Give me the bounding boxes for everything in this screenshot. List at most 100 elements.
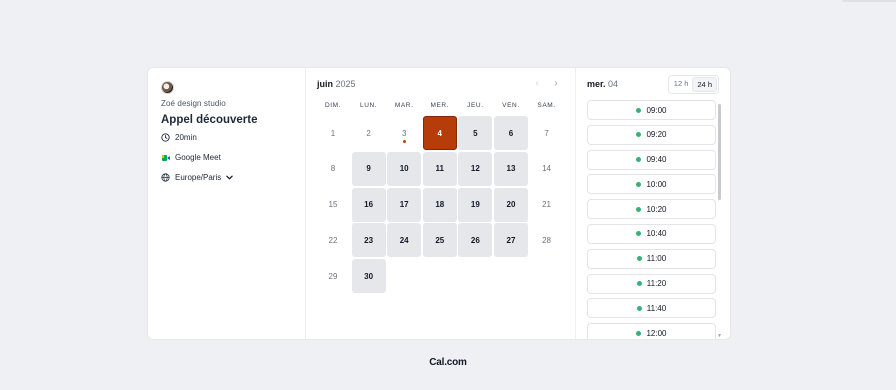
time-slot-label: 09:20 (646, 130, 667, 140)
day-unavailable: 8 (330, 164, 336, 174)
day-available[interactable]: 16 (351, 187, 386, 222)
day-available[interactable]: 25 (422, 223, 457, 258)
time-slot-label: 11:40 (646, 303, 667, 313)
day-available[interactable]: 11 (422, 151, 457, 186)
duration-text: 20min (175, 133, 197, 142)
toggle-12h[interactable]: 12 h (670, 77, 693, 92)
time-slots-header: mer. 04 12 h 24 h (587, 74, 730, 94)
time-slot-label: 11:00 (646, 254, 667, 264)
location-row: Google Meet (161, 153, 305, 162)
google-meet-icon (161, 153, 170, 162)
day-unavailable: 28 (542, 235, 552, 245)
day-available[interactable]: 5 (458, 116, 493, 150)
time-slot-label: 10:40 (646, 229, 667, 239)
empty-day-cell (387, 259, 421, 293)
chevron-left-icon[interactable]: ‹ (532, 79, 542, 89)
chevron-right-icon[interactable]: › (551, 79, 561, 89)
empty-day-cell (423, 259, 457, 293)
weekday-label: VEN. (502, 102, 520, 109)
day-available[interactable]: 26 (458, 223, 493, 258)
selected-weekday: mer. (587, 79, 606, 89)
today-indicator (402, 140, 406, 143)
time-slot-button[interactable]: 10:20 (587, 199, 716, 220)
toggle-24h[interactable]: 24 h (692, 76, 717, 92)
day-available[interactable]: 6 (493, 116, 528, 150)
clock-icon (161, 133, 170, 142)
time-slot-label: 09:40 (646, 155, 667, 165)
time-slot-label: 09:00 (646, 105, 667, 115)
empty-day-cell (458, 259, 492, 293)
day-available[interactable]: 18 (422, 187, 457, 222)
day-unavailable: 22 (328, 235, 338, 245)
chevron-down-icon[interactable] (226, 173, 233, 182)
empty-day-cell (494, 259, 528, 293)
day-unavailable: 2 (366, 128, 371, 138)
scroll-thumb[interactable] (718, 104, 721, 200)
time-slot-button[interactable]: 10:00 (587, 174, 716, 195)
availability-dot (636, 281, 642, 287)
day-unavailable: 21 (542, 200, 552, 210)
weekday-label: MER. (430, 102, 450, 109)
selected-date-label: mer. 04 (587, 79, 618, 89)
day-grid: 1 2 3 4 5 6 7 8 9 10 11 12 13 14 15 16 17 18 19 20 21 22 23 24 2… (316, 116, 565, 294)
availability-dot (636, 107, 642, 113)
scroll-down-icon[interactable]: ▼ (717, 333, 722, 339)
time-slot-button[interactable]: 10:40 (587, 223, 716, 244)
time-slot-button[interactable]: 09:00 (587, 100, 716, 120)
month-name: juin (317, 79, 333, 89)
day-available[interactable]: 27 (493, 223, 528, 258)
day-available[interactable]: 17 (387, 187, 422, 222)
day-unavailable: 14 (542, 164, 552, 174)
availability-dot (636, 305, 642, 311)
availability-dot (636, 157, 642, 163)
weekday-label: JEU. (467, 102, 484, 109)
empty-day-cell (530, 259, 564, 293)
weekday-label: MAR. (394, 102, 414, 109)
time-slot-button[interactable]: 09:20 (587, 124, 716, 145)
time-slot-button[interactable]: 11:00 (587, 248, 716, 269)
time-slot-label: 12:00 (646, 328, 667, 338)
day-available[interactable]: 20 (493, 187, 528, 222)
avatar (161, 81, 174, 94)
day-unavailable: 29 (328, 271, 338, 281)
time-slot-button[interactable]: 11:20 (587, 273, 716, 294)
time-slot-label: 10:20 (646, 204, 667, 214)
availability-dot (636, 330, 642, 336)
availability-dot (636, 256, 642, 262)
day-available[interactable]: 10 (387, 151, 422, 186)
availability-dot (636, 206, 642, 212)
globe-icon (161, 173, 170, 182)
day-available[interactable]: 13 (493, 151, 528, 186)
time-slot-button[interactable]: 09:40 (587, 149, 716, 170)
month-header: juin 2025 ‹ › (316, 78, 565, 90)
day-unavailable: 15 (328, 200, 338, 210)
booker-card: Zoé design studio Appel découverte 20min… (147, 67, 731, 340)
availability-dot (636, 181, 642, 187)
day-available[interactable]: 12 (458, 151, 493, 186)
day-available[interactable]: 30 (351, 259, 386, 294)
weekday-label: DIM. (324, 102, 342, 109)
location-text: Google Meet (175, 153, 221, 162)
time-slots-panel: mer. 04 12 h 24 h 09:00 09:20 09:40 10:00 10… (576, 68, 730, 339)
time-slot-label: 10:00 (646, 179, 667, 189)
weekday-label: LUN. (359, 102, 378, 109)
day-available[interactable]: 19 (458, 187, 493, 222)
day-available[interactable]: 24 (387, 223, 422, 258)
day-available[interactable]: 23 (351, 223, 386, 258)
time-slot-label: 11:20 (646, 279, 667, 289)
slots-scrollbar[interactable]: ▼ (717, 101, 722, 339)
timezone-selector[interactable]: Europe/Paris (161, 173, 305, 182)
time-slot-button[interactable]: 11:40 (587, 298, 716, 319)
month-label: juin 2025 (317, 79, 356, 89)
event-meta-panel: Zoé design studio Appel découverte 20min… (148, 68, 306, 339)
event-title: Appel découverte (161, 114, 258, 126)
top-edge-fragment (842, 0, 896, 2)
timezone-text: Europe/Paris (175, 173, 222, 182)
weekday-header: DIM. LUN. MAR. MER. JEU. VEN. SAM. (316, 102, 565, 109)
day-available[interactable]: 9 (351, 151, 386, 186)
time-slot-list: 09:00 09:20 09:40 10:00 10:20 10:40 11:00 11:20… (587, 100, 717, 339)
date-picker: juin 2025 ‹ › DIM. LUN. MAR. MER. JEU. VEN. SA… (306, 68, 576, 339)
day-unavailable: 3 (387, 116, 421, 150)
day-selected[interactable]: 4 (422, 116, 457, 150)
time-slot-button[interactable]: 12:00 (587, 323, 716, 339)
